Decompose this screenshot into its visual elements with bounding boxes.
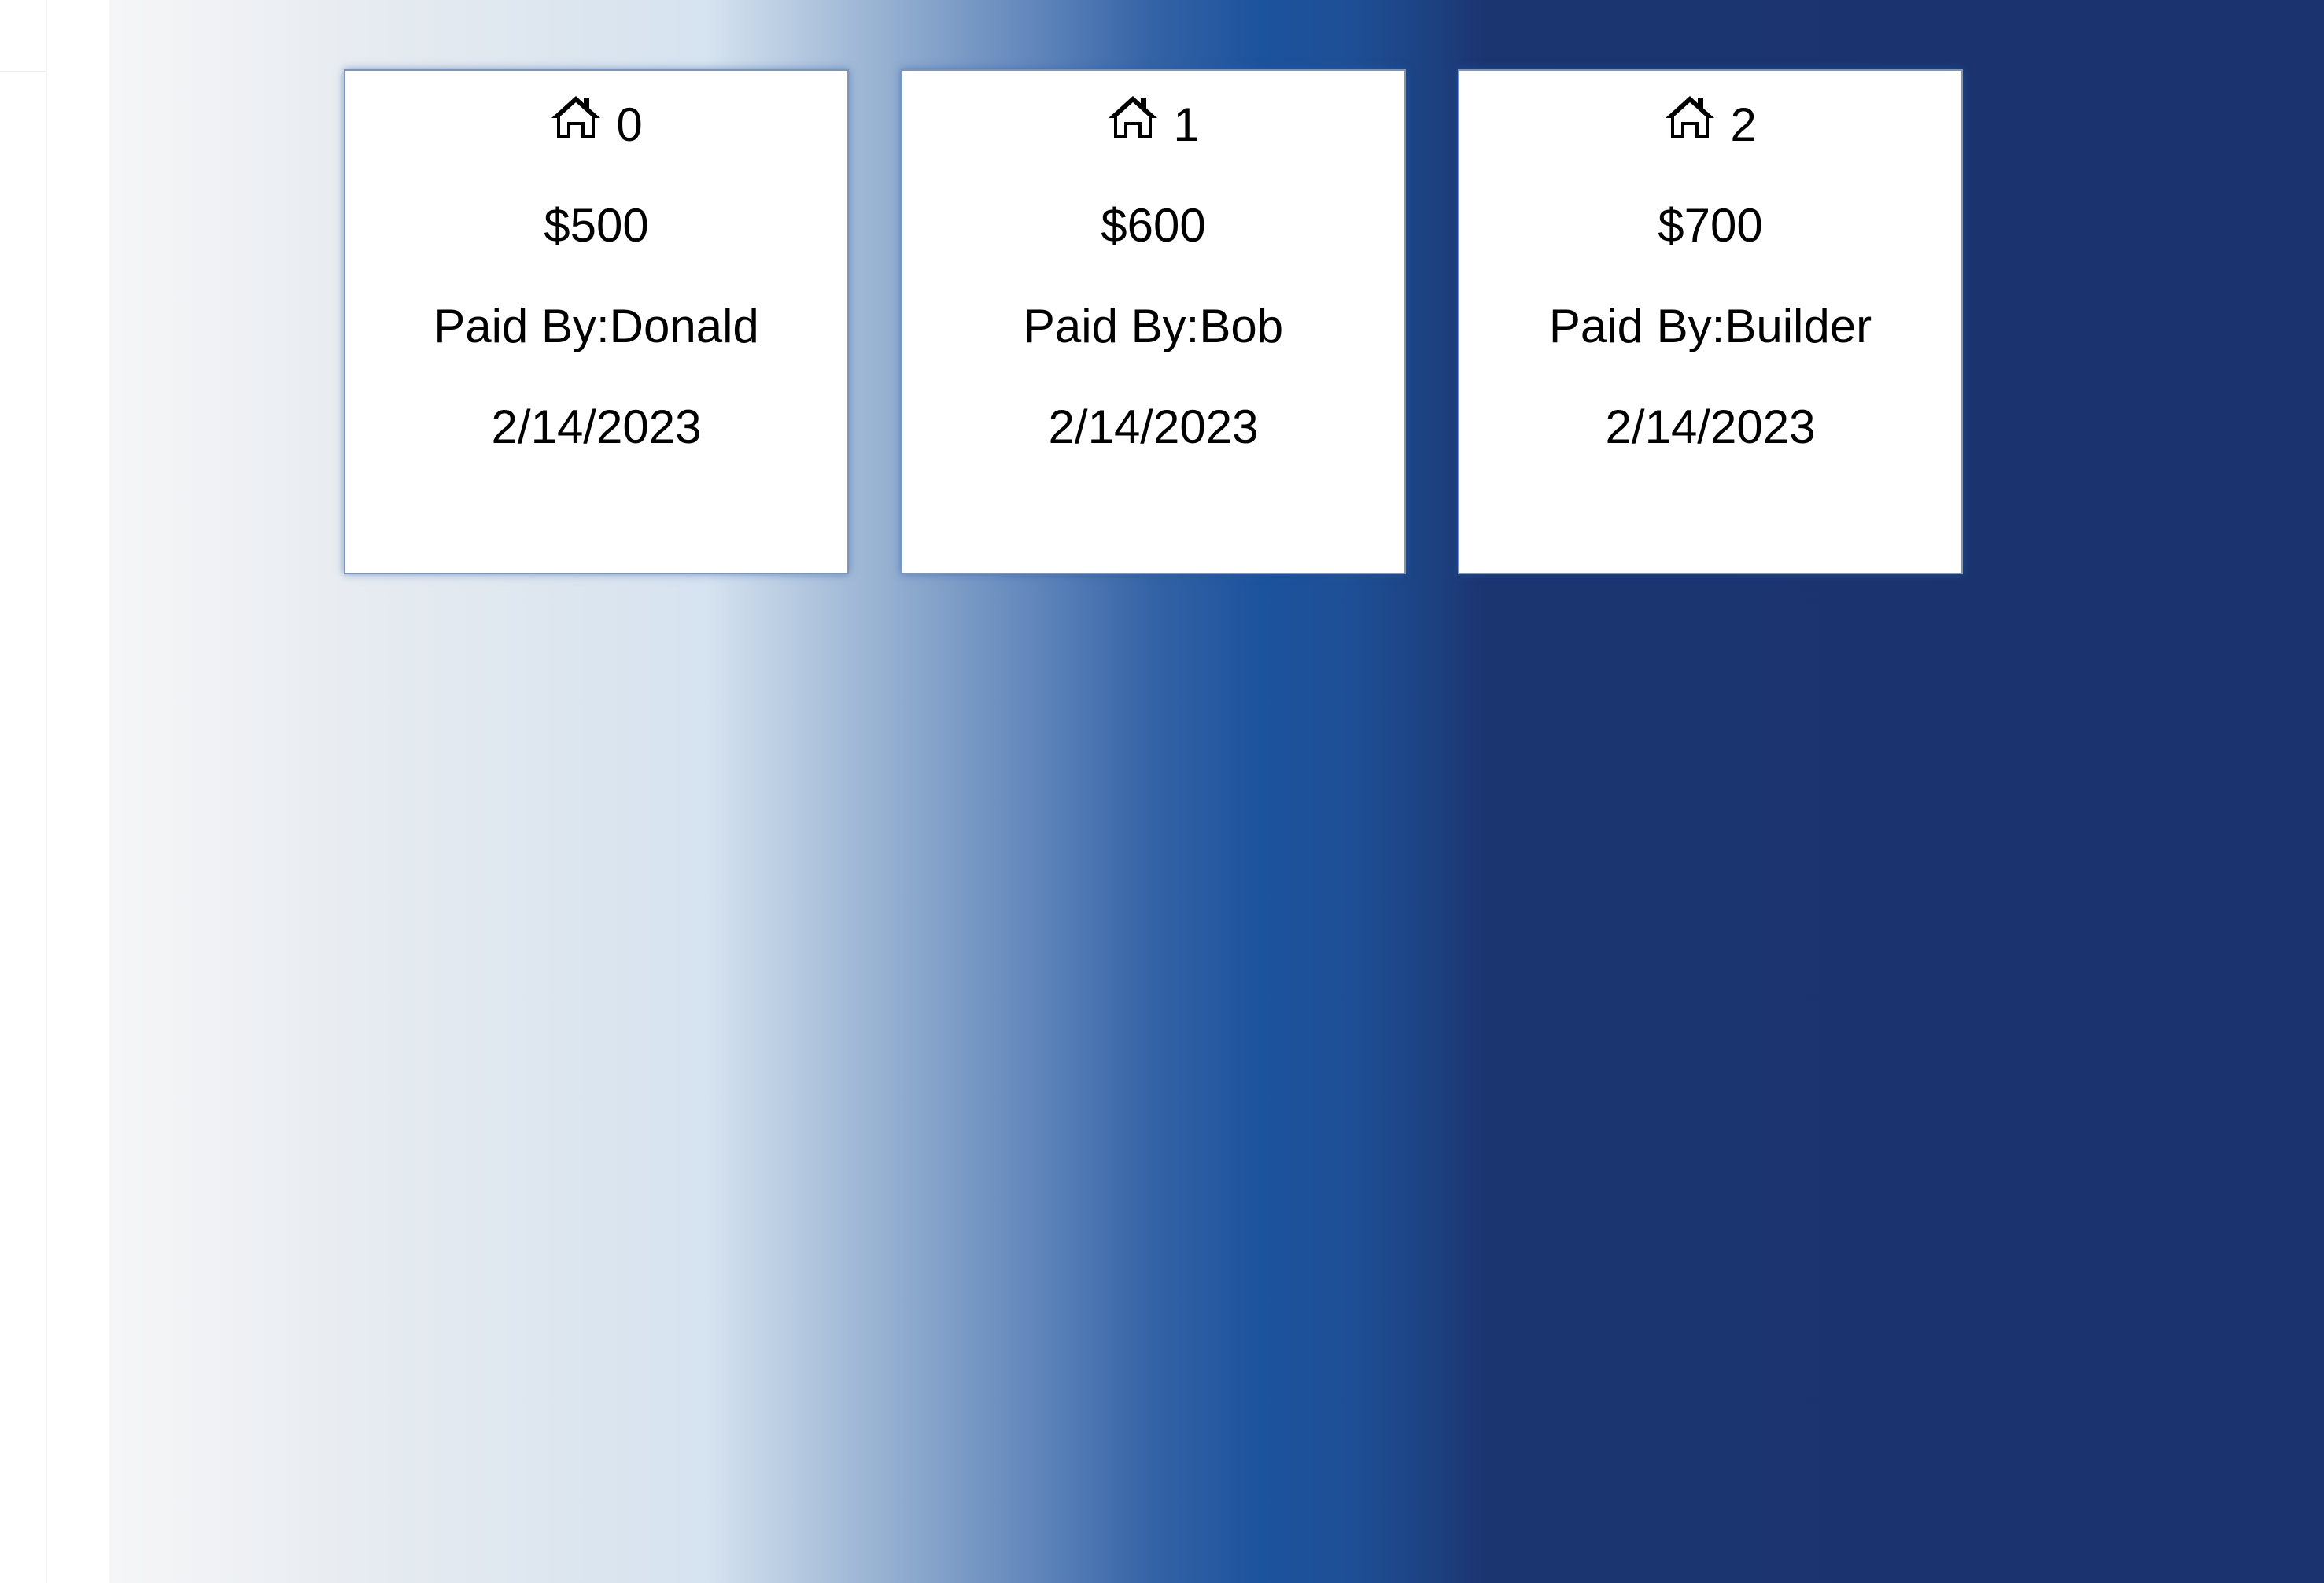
content-gutter (47, 0, 109, 1583)
card-date: 2/14/2023 (1048, 400, 1259, 453)
home-icon (1664, 94, 1716, 140)
card-amount: $500 (544, 199, 649, 252)
payment-card[interactable]: 2 $700 Paid By:Builder 2/14/2023 (1458, 69, 1963, 574)
card-date: 2/14/2023 (1605, 400, 1816, 453)
card-paid-by: Paid By:Builder (1548, 300, 1872, 352)
card-header: 1 (902, 96, 1404, 153)
main-content: 0 $500 Paid By:Donald 2/14/2023 1 $600 P… (109, 0, 2324, 1583)
card-amount: $600 (1101, 199, 1206, 252)
payment-card[interactable]: 1 $600 Paid By:Bob 2/14/2023 (901, 69, 1406, 574)
left-sidebar (0, 0, 47, 1583)
card-number: 0 (616, 98, 643, 151)
home-icon (550, 94, 602, 140)
sidebar-divider (0, 71, 46, 72)
card-paid-by: Paid By:Donald (433, 300, 759, 352)
card-number: 1 (1173, 98, 1200, 151)
payment-card-list: 0 $500 Paid By:Donald 2/14/2023 1 $600 P… (344, 69, 1963, 574)
card-amount: $700 (1658, 199, 1763, 252)
card-number: 2 (1730, 98, 1757, 151)
payment-card[interactable]: 0 $500 Paid By:Donald 2/14/2023 (344, 69, 849, 574)
card-paid-by: Paid By:Bob (1023, 300, 1284, 352)
card-date: 2/14/2023 (491, 400, 702, 453)
card-header: 0 (345, 96, 847, 153)
home-icon (1107, 94, 1159, 140)
card-header: 2 (1459, 96, 1961, 153)
app-page: 0 $500 Paid By:Donald 2/14/2023 1 $600 P… (0, 0, 2324, 1583)
